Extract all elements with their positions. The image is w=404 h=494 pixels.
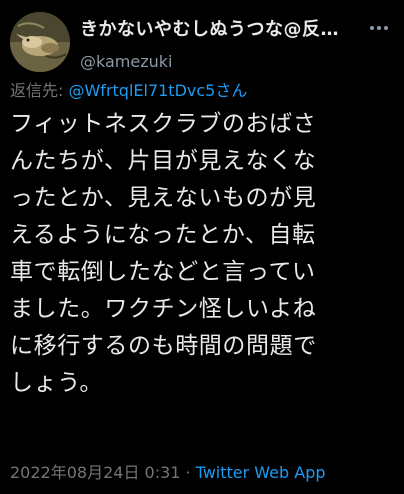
tweet-body: フィットネスクラブのおばさ んたちが、片目が見えなくな ったとか、見えないものが… <box>10 106 396 402</box>
tweet-timestamp[interactable]: 2022年08月24日 0:31 <box>10 463 180 482</box>
source-app-link[interactable]: Twitter Web App <box>196 463 326 482</box>
reply-to-handle-link[interactable]: @WfrtqlEl71tDvc5 <box>68 81 215 100</box>
more-dots-icon <box>370 26 388 30</box>
tweet-body-line: ったとか、見えないものが見 <box>10 185 317 211</box>
reply-to-label: 返信先: <box>10 81 69 100</box>
tweet-meta: 2022年08月24日 0:31 · Twitter Web App <box>10 462 326 484</box>
user-handle[interactable]: @kamezuki <box>80 52 370 72</box>
tweet-body-line: 車で転倒したなどと言ってい <box>10 259 316 285</box>
reply-to-suffix[interactable]: さん <box>215 81 247 100</box>
tweet-body-line: ました。ワクチン怪しいよね <box>10 296 317 322</box>
tweet-body-line: しょう。 <box>10 370 104 396</box>
tweet-body-line: フィットネスクラブのおばさ <box>10 111 317 137</box>
bird-avatar-icon <box>10 12 70 72</box>
user-info: きかないやむしぬうつな@反… @kamezuki <box>80 18 370 72</box>
more-options-button[interactable] <box>366 16 392 40</box>
reply-to-line: 返信先: @WfrtqlEl71tDvc5さん <box>10 80 247 102</box>
tweet-body-line: えるようになったとか、自転 <box>10 222 316 248</box>
avatar[interactable] <box>10 12 70 72</box>
tweet-body-line: に移行するのも時間の問題で <box>10 333 317 359</box>
meta-separator: · <box>185 463 191 482</box>
tweet: きかないやむしぬうつな@反… @kamezuki 返信先: @WfrtqlEl7… <box>0 0 404 494</box>
display-name[interactable]: きかないやむしぬうつな@反… <box>80 18 370 42</box>
tweet-body-line: んたちが、片目が見えなくな <box>10 148 317 174</box>
